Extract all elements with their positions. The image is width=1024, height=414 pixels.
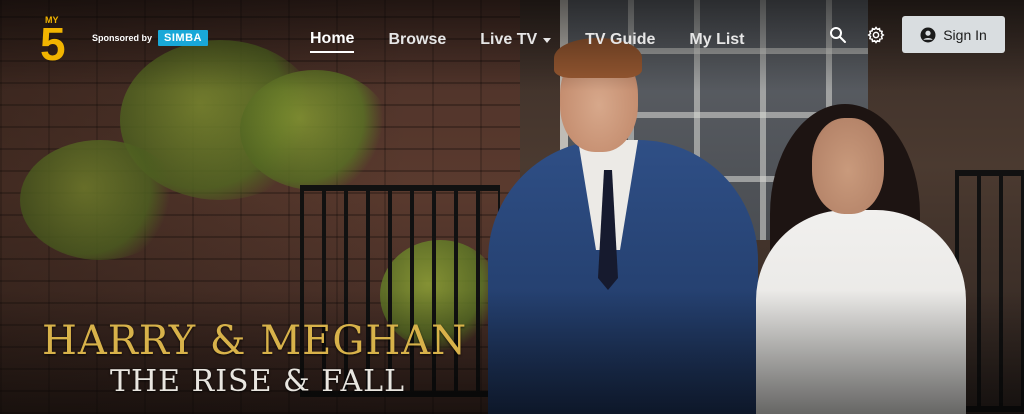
search-button[interactable] xyxy=(829,26,849,46)
hero-title-block: HARRY & MEGHAN THE RISE & FALL xyxy=(42,318,467,400)
chevron-down-icon xyxy=(543,38,552,43)
nav-item-label: Browse xyxy=(388,31,447,48)
search-icon xyxy=(830,27,846,43)
nav-item-tv-guide[interactable]: TV Guide xyxy=(585,31,655,52)
gear-icon xyxy=(867,26,885,44)
nav-item-my-list[interactable]: My List xyxy=(689,31,744,52)
my5-logo-icon: MY 5 xyxy=(40,15,66,70)
nav-item-label: TV Guide xyxy=(585,31,656,48)
hero-title: HARRY & MEGHAN xyxy=(42,318,468,364)
settings-button[interactable] xyxy=(867,26,887,46)
nav-item-label: Home xyxy=(310,30,355,47)
nav-item-live-tv[interactable]: Live TV xyxy=(480,31,552,52)
user-circle-icon xyxy=(920,27,936,42)
top-navigation-bar: MY 5 Sponsored by SIMBA Home Browse Live… xyxy=(0,0,1024,78)
logo-number: 5 xyxy=(40,18,66,62)
sign-in-label: Sign In xyxy=(943,26,987,43)
main-nav: Home Browse Live TV TV Guide My List xyxy=(310,30,745,53)
sponsor-badge: Sponsored by SIMBA xyxy=(92,30,208,46)
page: MY 5 Sponsored by SIMBA Home Browse Live… xyxy=(0,0,1024,414)
sponsor-brand-logo: SIMBA xyxy=(158,30,208,46)
nav-item-label: Live TV xyxy=(480,31,538,48)
sign-in-button[interactable]: Sign In xyxy=(902,16,1005,53)
sponsor-text: Sponsored by xyxy=(92,33,153,43)
my5-logo[interactable]: MY 5 xyxy=(40,14,76,70)
nav-item-browse[interactable]: Browse xyxy=(388,31,446,52)
nav-item-label: My List xyxy=(689,31,745,48)
hero-subtitle: THE RISE & FALL xyxy=(110,364,405,399)
nav-item-home[interactable]: Home xyxy=(310,30,355,53)
